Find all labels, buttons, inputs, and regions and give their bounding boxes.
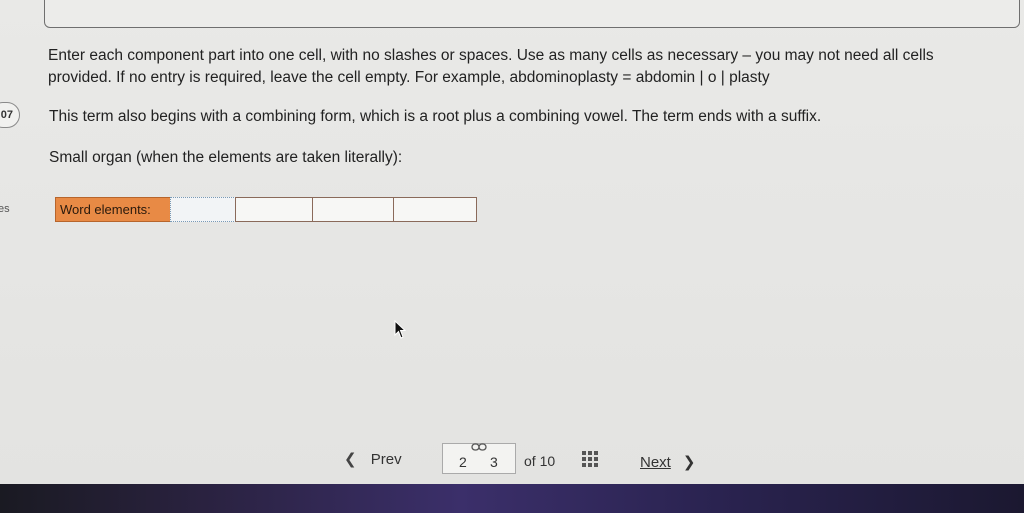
link-icon [471,443,487,451]
word-element-cell-1[interactable] [170,197,236,222]
assignment-page: 07 es Enter each component part into one… [0,0,1024,484]
chevron-left-icon: ❮ [344,451,357,468]
chevron-right-icon: ❯ [682,454,696,471]
instructions-line-1: Enter each component part into one cell,… [48,47,934,64]
prev-label: Prev [370,451,402,468]
page-next[interactable]: 3 [490,454,498,470]
grid-icon[interactable] [582,451,598,467]
word-elements-row: Word elements: [55,197,477,224]
word-elements-label: Word elements: [55,197,171,222]
instructions: Enter each component part into one cell,… [48,45,1008,89]
prev-button[interactable]: ❮ Prev [344,450,402,468]
word-element-cell-2[interactable] [235,197,313,222]
word-element-cell-3[interactable] [312,197,394,222]
question-prompt: Small organ (when the elements are taken… [49,149,403,166]
question-number-badge: 07 [0,102,20,128]
pagination-bar: ❮ Prev 2 3 of 10 Next ❯ [0,440,1024,480]
header-panel [44,0,1020,28]
next-button[interactable]: Next ❯ [640,453,695,471]
next-label: Next [640,454,671,471]
word-element-cell-4[interactable] [393,197,477,222]
background-strip [0,484,1024,513]
mouse-cursor-icon [394,320,406,339]
instructions-line-2: provided. If no entry is required, leave… [48,69,770,86]
page-total: of 10 [524,453,556,469]
question-number: 07 [0,109,13,121]
page-current[interactable]: 2 [459,454,467,470]
hint-text: This term also begins with a combining f… [49,108,822,125]
side-label: es [0,203,10,215]
page-selector[interactable]: 2 3 [442,443,516,474]
